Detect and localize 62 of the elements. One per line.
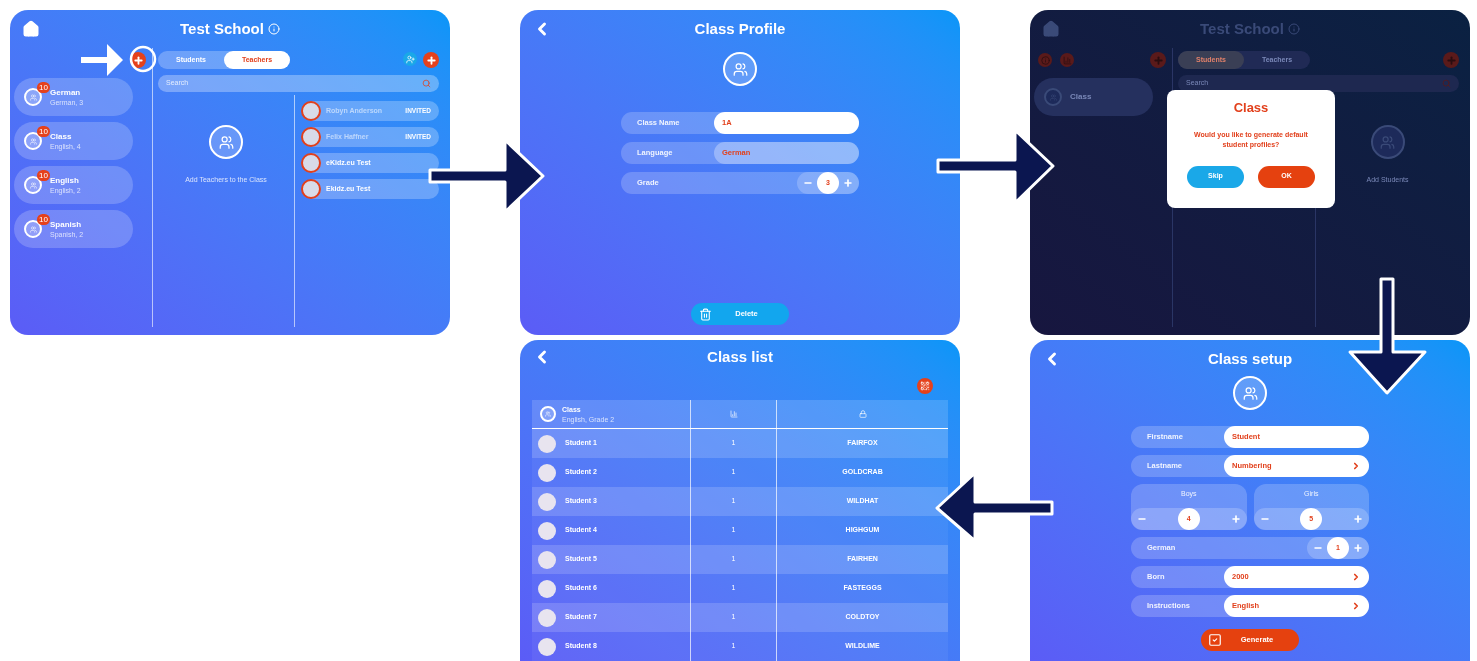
add-button[interactable] (423, 52, 439, 68)
class-name: Class (1070, 93, 1092, 101)
qr-code-button[interactable] (917, 377, 933, 394)
info-button[interactable] (1038, 53, 1052, 67)
count-badge: 10 (37, 82, 50, 93)
lock-icon (858, 410, 867, 418)
screen-title: Class Profile (694, 18, 786, 39)
screen-title: Test School (180, 18, 264, 39)
plus-icon (425, 54, 437, 66)
avatar (538, 550, 556, 569)
avatar (538, 521, 556, 540)
class-item[interactable]: Class (1034, 78, 1153, 116)
info-icon (1040, 55, 1050, 65)
plus-icon[interactable] (843, 178, 853, 188)
search-icon (1442, 79, 1451, 88)
class-name: German (50, 88, 82, 97)
class-icon (1233, 376, 1267, 410)
dialog-title: Class (1233, 99, 1269, 117)
plus-icon (132, 54, 144, 66)
chevron-icon (1351, 572, 1361, 582)
count-badge: 10 (37, 214, 50, 225)
chevron-icon (1351, 461, 1361, 471)
plus-icon[interactable] (1353, 543, 1363, 553)
add-teacher-button[interactable] (403, 52, 417, 66)
pointer-arrow (81, 44, 123, 76)
avatar (301, 101, 321, 121)
plus-icon[interactable] (1230, 514, 1241, 524)
class-icon (723, 52, 757, 86)
plus-icon[interactable] (1353, 514, 1363, 524)
count-badge: 10 (37, 170, 50, 181)
plus-icon (1445, 54, 1457, 66)
avatar (538, 637, 556, 656)
class-icon (540, 406, 556, 422)
avatar (538, 579, 556, 598)
checkbox-icon (1208, 633, 1222, 647)
trash-icon (699, 307, 712, 321)
plus-icon (1152, 54, 1164, 66)
chart-button[interactable] (1060, 53, 1074, 67)
screen-title: Class setup (1207, 348, 1293, 369)
qr-code-icon (920, 380, 930, 391)
user-plus-icon (405, 54, 415, 64)
avatar (538, 434, 556, 453)
avatar (301, 153, 321, 173)
home-icon[interactable] (1042, 20, 1060, 38)
level-icon (729, 410, 738, 418)
class-name: Spanish (50, 220, 83, 229)
class-icon (209, 125, 243, 159)
screen-title: Class list (707, 347, 773, 368)
class-icon (1370, 125, 1405, 159)
info-icon[interactable] (1287, 23, 1300, 35)
class-icon (1044, 88, 1062, 106)
class-name: Class (50, 132, 73, 141)
avatar (538, 608, 556, 627)
count-badge: 10 (37, 126, 50, 137)
chevron-icon (1351, 601, 1361, 611)
search-icon (422, 79, 431, 88)
class-name: English (50, 176, 80, 185)
avatar (538, 463, 556, 482)
avatar (301, 179, 321, 199)
chart-icon (1062, 55, 1072, 65)
avatar (301, 127, 321, 147)
avatar (538, 492, 556, 511)
